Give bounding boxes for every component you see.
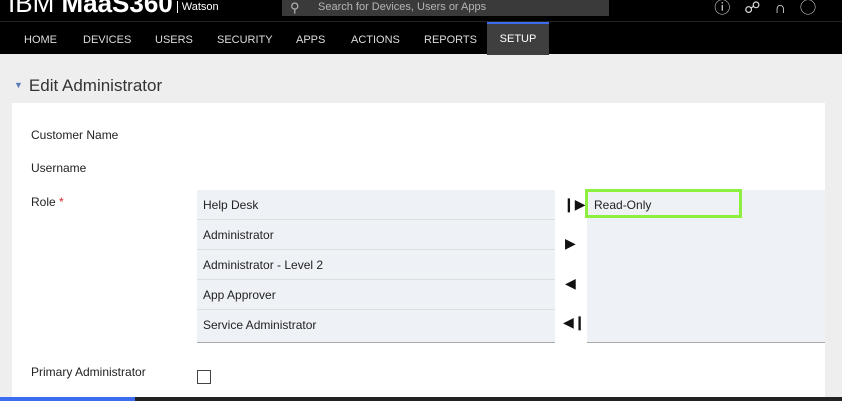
user-icon[interactable]: ∩ [774,0,800,17]
nav-setup[interactable]: SETUP [487,22,549,55]
list-item-selected[interactable]: Read-Only [585,189,742,218]
primary-admin-checkbox[interactable] [197,370,211,384]
bottom-bar [0,397,842,401]
available-roles-list[interactable]: Help Desk Administrator Administrator - … [197,190,555,343]
nav-reports[interactable]: REPORTS [424,34,477,46]
power-icon[interactable]: ◯ [800,0,830,17]
nav-users[interactable]: USERS [155,34,193,46]
search-icon: ⚲ [290,0,300,15]
move-right-icon[interactable]: ▶ [565,235,576,252]
search-placeholder: Search for Devices, Users or Apps [318,1,487,13]
nav-devices[interactable]: DEVICES [83,34,131,46]
move-all-right-icon[interactable]: ❙▶ [563,196,586,213]
main-nav: HOME DEVICES USERS SECURITY APPS ACTIONS… [0,21,842,55]
move-left-icon[interactable]: ◀ [565,275,576,292]
page-title[interactable]: ▼ Edit Administrator [14,76,162,96]
connections-icon[interactable]: ☍ [744,0,774,17]
help-icon[interactable]: ⓘ [714,0,744,17]
list-item[interactable]: Service Administrator [197,310,555,340]
nav-actions[interactable]: ACTIONS [351,34,400,46]
primary-admin-label: Primary Administrator [31,365,146,379]
nav-apps[interactable]: APPS [296,34,325,46]
search-input[interactable]: ⚲ Search for Devices, Users or Apps [282,0,609,16]
collapse-caret-icon[interactable]: ▼ [14,80,23,90]
list-item[interactable]: Administrator - Level 2 [197,250,555,280]
list-item[interactable]: Help Desk [197,190,555,220]
nav-security[interactable]: SECURITY [217,34,273,46]
role-label: Role * [31,195,64,209]
list-item[interactable]: Administrator [197,220,555,250]
list-item[interactable]: App Approver [197,280,555,310]
nav-home[interactable]: HOME [24,34,57,46]
move-all-left-icon[interactable]: ◀❙ [563,314,586,331]
top-bar: IBM MaaS360 Watson ⚲ Search for Devices, U… [0,0,842,21]
logo: IBM MaaS360 Watson [8,0,219,18]
customer-name-label: Customer Name [31,128,119,142]
username-label: Username [31,161,87,175]
